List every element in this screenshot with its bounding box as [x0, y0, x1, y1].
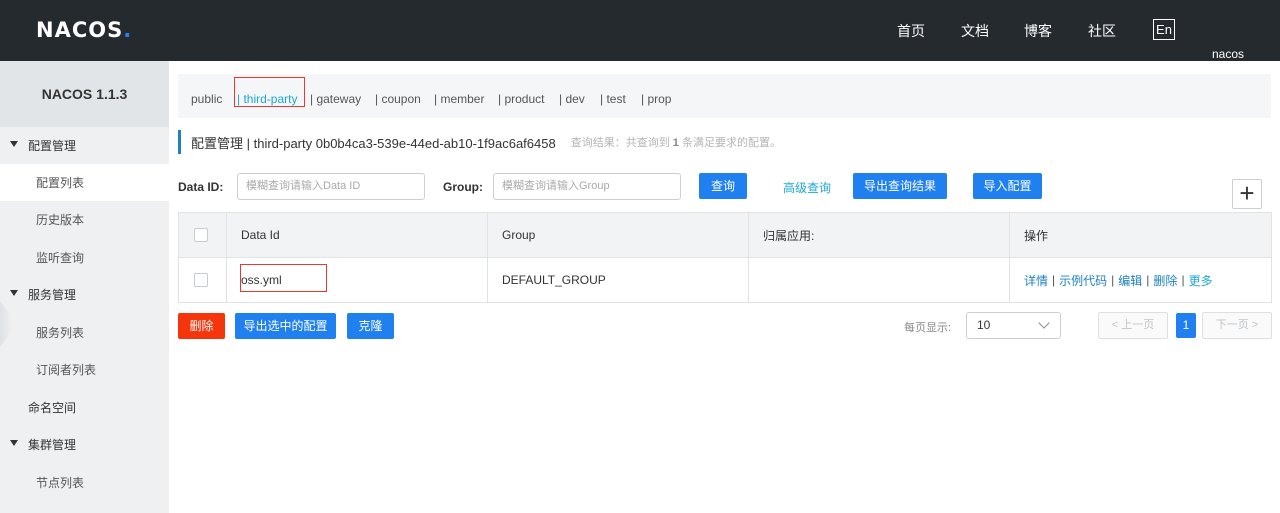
sidebar-item-label: 监听查询: [36, 251, 85, 265]
table-row: oss.yml DEFAULT_GROUP 详情 | 示例代码 | 编辑 | 删除 | …: [179, 258, 1271, 302]
caret-down-icon: [10, 290, 18, 296]
sidebar-item-label: 配置管理: [28, 139, 77, 153]
export-query-results-button[interactable]: 导出查询结果: [853, 173, 947, 199]
details-link[interactable]: 详情: [1024, 272, 1048, 289]
namespace-member[interactable]: | member: [434, 92, 484, 106]
query-button[interactable]: 查询: [699, 173, 747, 199]
group-input[interactable]: 模糊查询请输入Group: [493, 173, 681, 200]
page-title: 配置管理 | third-party 0b0b4ca3-539e-44ed-ab…: [191, 135, 556, 151]
namespace-public[interactable]: public: [191, 92, 222, 106]
sidebar-item-listener-query[interactable]: 监听查询: [0, 239, 169, 276]
nav-docs-link[interactable]: 文档: [961, 0, 989, 61]
sample-code-link[interactable]: 示例代码: [1059, 272, 1107, 289]
logo-text: NACOS: [36, 18, 124, 42]
sidebar-item-label: 集群管理: [28, 438, 77, 452]
top-nav-bar: NACOS. 首页 文档 博客 社区 En nacos: [0, 0, 1280, 61]
row-app: [749, 258, 1010, 302]
logo-dot: .: [123, 18, 133, 42]
main-content: public | third-party | gateway | coupon …: [169, 61, 1280, 513]
row-checkbox[interactable]: [194, 273, 208, 287]
sidebar-item-service-list[interactable]: 服务列表: [0, 314, 169, 351]
column-header-app: 归属应用:: [749, 213, 1010, 257]
more-link[interactable]: 更多: [1189, 272, 1213, 289]
namespace-product[interactable]: | product: [498, 92, 544, 106]
sidebar-item-label: 节点列表: [36, 476, 85, 490]
page-title-row: 配置管理 | third-party 0b0b4ca3-539e-44ed-ab…: [178, 130, 781, 154]
clone-button[interactable]: 克隆: [347, 313, 394, 339]
nav-home-link[interactable]: 首页: [897, 0, 925, 61]
nacos-logo[interactable]: NACOS.: [36, 18, 132, 42]
row-operations: 详情 | 示例代码 | 编辑 | 删除 | 更多: [1024, 272, 1213, 289]
sidebar-group-service[interactable]: 服务管理: [0, 276, 169, 313]
language-toggle-button[interactable]: En: [1153, 19, 1175, 40]
highlight-box: [240, 264, 327, 292]
query-result-hint: 查询结果：共查询到 1 条满足要求的配置。: [570, 137, 781, 149]
page-size-value: 10: [977, 318, 991, 332]
column-header-group: Group: [488, 213, 749, 257]
import-config-button[interactable]: 导入配置: [973, 173, 1042, 199]
data-id-label: Data ID:: [178, 180, 224, 194]
page-size-select[interactable]: 10: [966, 312, 1061, 339]
next-page-button[interactable]: 下一页 >: [1202, 312, 1272, 339]
group-label: Group:: [443, 180, 483, 194]
nav-blog-link[interactable]: 博客: [1024, 0, 1052, 61]
column-header-data-id: Data Id: [227, 213, 488, 257]
chevron-down-icon: [1038, 317, 1050, 329]
sidebar-item-history[interactable]: 历史版本: [0, 201, 169, 238]
row-group: DEFAULT_GROUP: [488, 258, 749, 302]
export-selected-button[interactable]: 导出选中的配置: [235, 313, 336, 339]
select-all-checkbox[interactable]: [194, 228, 208, 242]
sidebar: NACOS 1.1.3 配置管理 配置列表 历史版本 监听查询 服务管理 服务列…: [0, 61, 169, 513]
page-size-label: 每页显示:: [904, 322, 952, 334]
sidebar-item-label: 命名空间: [28, 401, 77, 415]
sidebar-item-label: 配置列表: [36, 176, 85, 190]
delete-button[interactable]: 删除: [178, 313, 225, 339]
caret-down-icon: [10, 141, 18, 147]
sidebar-group-cluster[interactable]: 集群管理: [0, 426, 169, 463]
select-all-cell: [179, 213, 227, 257]
sidebar-item-label: 历史版本: [36, 213, 85, 227]
filter-row: Data ID: 模糊查询请输入Data ID Group: 模糊查询请输入Gr…: [169, 173, 1280, 201]
sidebar-item-label: 订阅者列表: [36, 363, 97, 377]
data-id-input[interactable]: 模糊查询请输入Data ID: [237, 173, 425, 200]
nav-community-link[interactable]: 社区: [1088, 0, 1116, 61]
delete-link[interactable]: 删除: [1153, 272, 1177, 289]
caret-down-icon: [10, 440, 18, 446]
advanced-query-link[interactable]: 高级查询: [783, 179, 831, 196]
namespace-coupon[interactable]: | coupon: [375, 92, 421, 106]
sidebar-item-label: 服务管理: [28, 288, 77, 302]
sidebar-group-config[interactable]: 配置管理: [0, 127, 169, 164]
namespace-gateway[interactable]: | gateway: [310, 92, 361, 106]
namespace-test[interactable]: | test: [600, 92, 626, 106]
edit-link[interactable]: 编辑: [1118, 272, 1142, 289]
sidebar-item-subscriber-list[interactable]: 订阅者列表: [0, 351, 169, 388]
sidebar-item-label: 服务列表: [36, 326, 85, 340]
highlight-box: [234, 77, 305, 107]
title-accent-bar: [178, 130, 181, 154]
column-header-ops: 操作: [1024, 228, 1049, 243]
namespace-dev[interactable]: | dev: [559, 92, 585, 106]
add-config-button[interactable]: +: [1232, 179, 1262, 209]
sidebar-item-namespace[interactable]: 命名空间: [0, 389, 169, 426]
sidebar-item-node-list[interactable]: 节点列表: [0, 464, 169, 501]
config-table: Data Id Group 归属应用: 操作 oss.yml DEFAULT_G…: [178, 212, 1272, 303]
sidebar-item-config-list[interactable]: 配置列表: [0, 164, 169, 201]
namespace-prop[interactable]: | prop: [641, 92, 671, 106]
table-header: Data Id Group 归属应用: 操作: [179, 213, 1271, 258]
page-1-button[interactable]: 1: [1176, 313, 1196, 338]
prev-page-button[interactable]: < 上一页: [1098, 312, 1168, 339]
row-select-cell: [179, 258, 227, 302]
sidebar-title: NACOS 1.1.3: [0, 61, 169, 127]
namespace-bar: public | third-party | gateway | coupon …: [178, 74, 1271, 118]
